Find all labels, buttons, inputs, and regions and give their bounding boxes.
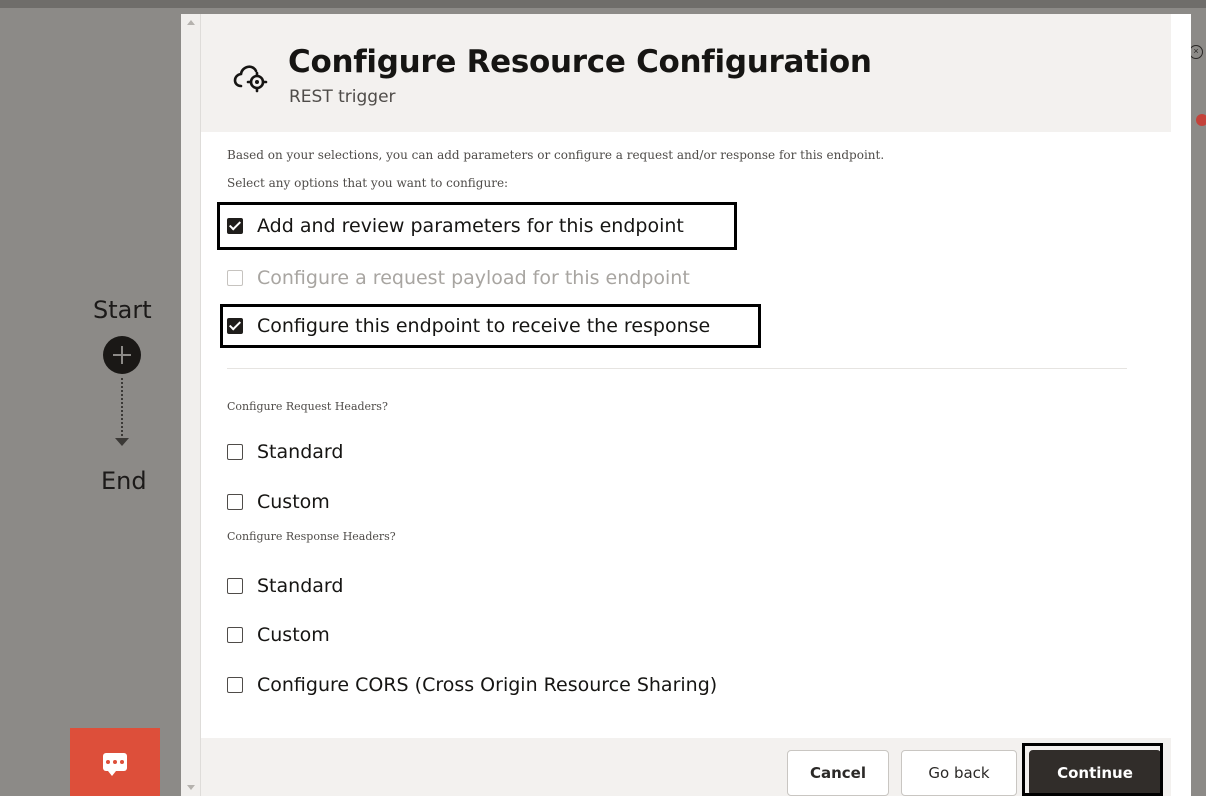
cloud-gear-icon — [233, 65, 268, 93]
dialog-scrollbar[interactable] — [181, 14, 201, 796]
status-badge-icon — [1196, 114, 1206, 126]
option-request-payload: Configure a request payload for this end… — [227, 266, 690, 290]
flow-arrow-icon — [115, 438, 129, 446]
dialog-header: Configure Resource Configuration REST tr… — [201, 14, 1171, 132]
scroll-up-icon[interactable] — [187, 20, 195, 25]
response-header-custom[interactable]: Custom — [227, 623, 330, 647]
checkbox-request-custom[interactable] — [227, 494, 243, 510]
checkbox-cors[interactable] — [227, 677, 243, 693]
checkbox-response-standard[interactable] — [227, 578, 243, 594]
chat-bubble-icon — [103, 753, 127, 776]
dialog-title: Configure Resource Configuration — [288, 44, 872, 80]
option-label: Custom — [257, 491, 330, 513]
checkbox-request-standard[interactable] — [227, 444, 243, 460]
top-strip — [0, 0, 1206, 8]
request-header-custom[interactable]: Custom — [227, 490, 330, 514]
response-headers-label: Configure Response Headers? — [227, 530, 396, 543]
flow-connector — [121, 378, 123, 440]
intro-text: Based on your selections, you can add pa… — [227, 148, 885, 162]
configure-resource-dialog: Configure Resource Configuration REST tr… — [181, 14, 1191, 796]
start-label: Start — [93, 296, 152, 324]
highlight-box — [220, 304, 761, 348]
divider — [227, 368, 1127, 369]
highlight-box — [217, 202, 737, 250]
option-label: Configure a request payload for this end… — [257, 267, 690, 289]
close-circle-icon[interactable]: × — [1189, 45, 1203, 59]
checkbox-response-custom[interactable] — [227, 627, 243, 643]
request-header-standard[interactable]: Standard — [227, 440, 343, 464]
response-header-standard[interactable]: Standard — [227, 574, 343, 598]
dialog-body: Based on your selections, you can add pa… — [201, 132, 1171, 738]
go-back-button[interactable]: Go back — [901, 750, 1017, 796]
chat-button[interactable] — [70, 728, 160, 796]
highlight-box — [1022, 743, 1163, 796]
cancel-button[interactable]: Cancel — [787, 750, 889, 796]
end-label: End — [101, 467, 147, 495]
checkbox-request-payload — [227, 270, 243, 286]
option-label: Custom — [257, 624, 330, 646]
option-label: Standard — [257, 575, 344, 597]
request-headers-label: Configure Request Headers? — [227, 400, 388, 413]
option-label: Configure CORS (Cross Origin Resource Sh… — [257, 674, 718, 696]
dialog-subtitle: REST trigger — [289, 87, 396, 107]
option-cors[interactable]: Configure CORS (Cross Origin Resource Sh… — [227, 673, 717, 697]
add-step-icon[interactable] — [103, 336, 141, 374]
scroll-down-icon[interactable] — [187, 785, 195, 790]
instruction-text: Select any options that you want to conf… — [227, 176, 509, 190]
option-label: Standard — [257, 441, 344, 463]
